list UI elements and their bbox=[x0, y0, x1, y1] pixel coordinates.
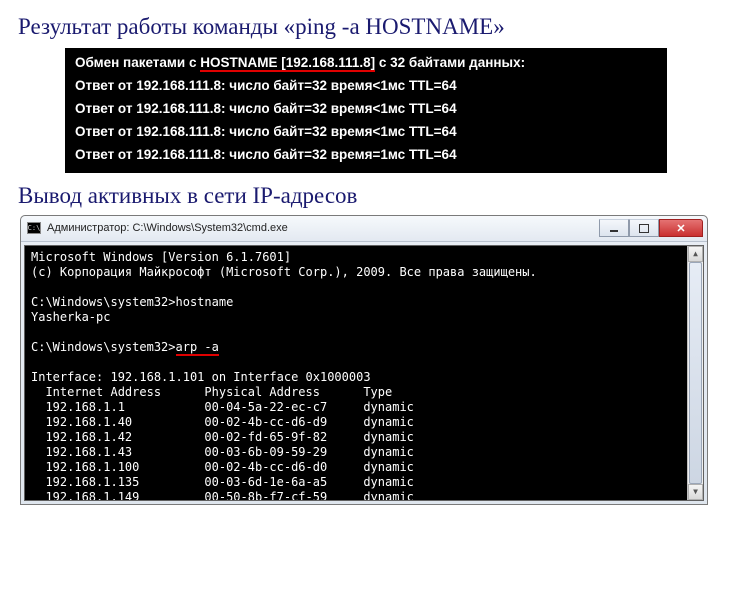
scrollbar[interactable]: ▲ ▼ bbox=[687, 246, 703, 500]
cmd-blank bbox=[31, 355, 697, 370]
heading-ping: Результат работы команды «ping -a HOSTNA… bbox=[18, 14, 714, 40]
window-controls bbox=[599, 219, 703, 237]
cmd-body: Microsoft Windows [Version 6.1.7601] (c)… bbox=[24, 245, 704, 501]
cmd-window: C:\ Администратор: C:\Windows\System32\c… bbox=[20, 215, 708, 505]
cmd-prompt-hostname: C:\Windows\system32>hostname bbox=[31, 295, 697, 310]
cmd-titlebar[interactable]: C:\ Администратор: C:\Windows\System32\c… bbox=[21, 216, 707, 242]
cmd-blank bbox=[31, 325, 697, 340]
cmd-blank bbox=[31, 280, 697, 295]
ping-header-row: Обмен пакетами с HOSTNAME [192.168.111.8… bbox=[75, 52, 657, 75]
cmd-prompt-arp: C:\Windows\system32>arp -a bbox=[31, 340, 697, 355]
cmd-command-arp: arp -a bbox=[176, 340, 219, 356]
scroll-thumb[interactable] bbox=[689, 262, 702, 484]
minimize-button[interactable] bbox=[599, 219, 629, 237]
cmd-copyright-line: (c) Корпорация Майкрософт (Microsoft Cor… bbox=[31, 265, 697, 280]
arp-row: 192.168.1.40 00-02-4b-cc-d6-d9 dynamic bbox=[31, 415, 697, 430]
ping-header-prefix: Обмен пакетами с bbox=[75, 55, 200, 70]
arp-row: 192.168.1.135 00-03-6d-1e-6a-a5 dynamic bbox=[31, 475, 697, 490]
cmd-title-text: Администратор: C:\Windows\System32\cmd.e… bbox=[47, 222, 599, 234]
cmd-prompt-path: C:\Windows\system32> bbox=[31, 295, 176, 309]
arp-row: 192.168.1.149 00-50-8b-f7-cf-59 dynamic bbox=[31, 490, 697, 501]
ping-reply-row: Ответ от 192.168.111.8: число байт=32 вр… bbox=[75, 144, 657, 167]
ping-header-suffix: с 32 байтами данных: bbox=[375, 55, 525, 70]
cmd-hostname-output: Yasherka-pc bbox=[31, 310, 697, 325]
arp-row: 192.168.1.1 00-04-5a-22-ec-c7 dynamic bbox=[31, 400, 697, 415]
arp-row: 192.168.1.42 00-02-fd-65-9f-82 dynamic bbox=[31, 430, 697, 445]
cmd-prompt-path: C:\Windows\system32> bbox=[31, 340, 176, 354]
maximize-button[interactable] bbox=[629, 219, 659, 237]
scroll-track[interactable] bbox=[688, 262, 703, 484]
close-button[interactable] bbox=[659, 219, 703, 237]
ping-reply-row: Ответ от 192.168.111.8: число байт=32 вр… bbox=[75, 121, 657, 144]
arp-row: 192.168.1.100 00-02-4b-cc-d6-d0 dynamic bbox=[31, 460, 697, 475]
scroll-down-button[interactable]: ▼ bbox=[688, 484, 703, 500]
arp-row: 192.168.1.43 00-03-6b-09-59-29 dynamic bbox=[31, 445, 697, 460]
ping-reply-row: Ответ от 192.168.111.8: число байт=32 вр… bbox=[75, 98, 657, 121]
scroll-up-button[interactable]: ▲ bbox=[688, 246, 703, 262]
cmd-icon: C:\ bbox=[27, 222, 41, 234]
cmd-command-hostname: hostname bbox=[176, 295, 234, 309]
ping-output-block: Обмен пакетами с HOSTNAME [192.168.111.8… bbox=[65, 48, 667, 173]
heading-arp: Вывод активных в сети IP-адресов bbox=[18, 183, 714, 209]
cmd-version-line: Microsoft Windows [Version 6.1.7601] bbox=[31, 250, 697, 265]
ping-reply-row: Ответ от 192.168.111.8: число байт=32 вр… bbox=[75, 75, 657, 98]
arp-header-row: Internet Address Physical Address Type bbox=[31, 385, 697, 400]
ping-hostname-highlight: HOSTNAME [192.168.111.8] bbox=[200, 55, 375, 72]
arp-interface-line: Interface: 192.168.1.101 on Interface 0x… bbox=[31, 370, 697, 385]
